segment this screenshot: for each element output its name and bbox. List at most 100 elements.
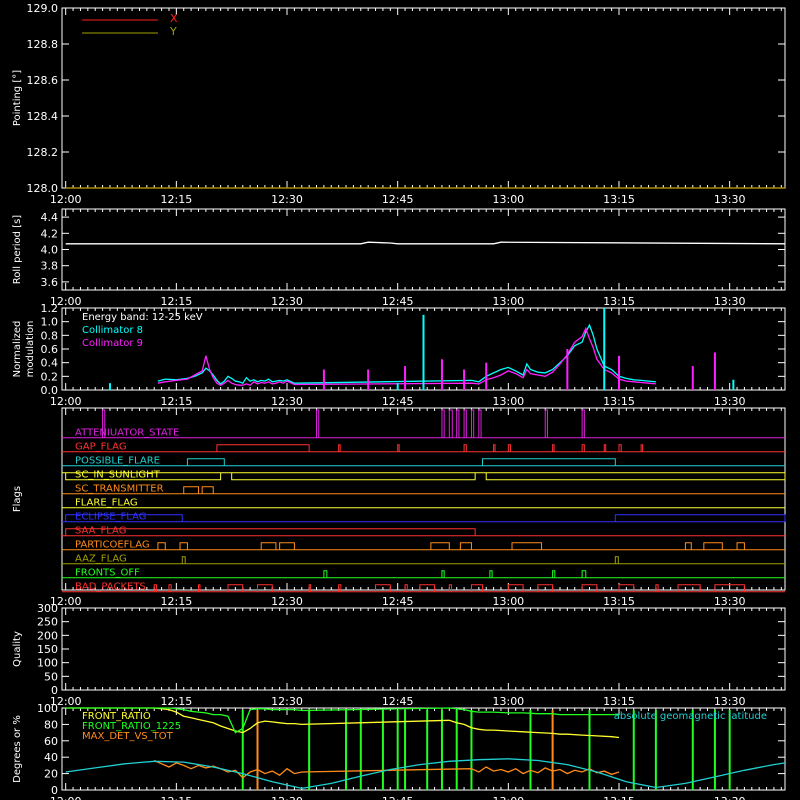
panel-5-xtick-label: 13:15 [603,795,635,800]
flag-0-segment [456,409,460,438]
flag-6-segment [614,514,786,522]
flag-8-segment [736,542,745,550]
legend-x-label: X [170,12,178,25]
flag-0-segment [581,409,585,438]
flag-0-segment [463,409,467,438]
flag-11-segment [197,584,201,592]
flag-8-segment [157,542,166,550]
flag-1-segment [493,444,496,452]
flag-1-segment [640,444,644,452]
panel-2-ylabel: Normalized [12,321,23,378]
panel-4-xtick-label: 13:00 [492,695,524,708]
flag-8-label: PARTICOEFLAG [75,540,150,551]
panel-4-xtick-label: 13:30 [714,695,746,708]
panel-2-ylabel-2: modulation [25,321,36,378]
flag-8-segment [179,542,188,550]
panel-1-series-0 [65,241,786,245]
panel-2-series-1 [157,326,656,386]
flag-11-segment [338,584,342,592]
flag-10-segment [441,570,445,578]
legend-collimator8-label: Collimator 8 [82,325,143,336]
flag-0-segment [478,409,482,438]
panel-2-xtick-label: 13:00 [492,395,524,408]
panel-2-xtick-label: 13:30 [714,395,746,408]
flag-11-segment [308,584,312,592]
flag-11-segment [448,584,453,592]
modulation-energy-band-label: Energy band: 12-25 keV [82,312,203,323]
panel-5-ytick-label: 100 [37,702,58,715]
panel-2-ytick-label: 0.2 [41,370,59,383]
flag-1-segment [463,444,467,452]
flag-3-segment [231,472,476,481]
panel-5-ytick-label: 80 [44,718,58,731]
panel-5-ytick-label: 20 [44,768,58,781]
panel-1-ytick-label: 4.2 [41,227,59,240]
flag-1-segment [216,444,310,452]
panel-2-series-0 [157,323,656,385]
flag-8-segment [279,542,295,550]
panel-0-ytick-label: 128.8 [27,38,59,51]
panel-1-frame [61,208,786,291]
panel-5-ylabel: Degrees or % [12,715,23,783]
flag-8-segment [430,542,450,550]
flag-8-segment [703,542,723,550]
panel-3-xtick-label: 13:00 [492,595,524,608]
flag-0-segment [448,409,453,438]
panel-0-ytick-label: 128.6 [27,74,59,87]
panel-1-ytick-label: 4.4 [41,211,59,224]
panel-4-ytick-label: 0 [51,684,58,697]
panel-2-ytick-label: 0.4 [41,357,59,370]
panel-1-ylabel: Roll period [s] [12,215,23,284]
flag-1-segment [618,444,622,452]
panel-4-ytick-label: 200 [37,629,58,642]
flag-2-label: POSSIBLE_FLARE [75,456,160,467]
flag-1-segment [397,444,400,452]
flag-1-segment [552,444,555,452]
flag-1-segment [581,444,585,452]
panel-1-ytick-label: 3.8 [41,260,59,273]
panel-0-ytick-label: 129.0 [27,2,59,15]
panel-1-xtick-label: 12:30 [271,295,303,308]
panel-0-xtick-label: 12:45 [382,193,414,206]
panel-4-xtick-label: 12:15 [161,695,193,708]
panel-5-ytick-label: 40 [44,751,58,764]
panel-4-frame [61,607,786,691]
flag-4-segment [201,486,214,494]
panel-4-ytick-label: 250 [37,616,58,629]
flag-11-segment [168,584,172,592]
flag-9-segment [614,556,619,564]
flag-11-label: BAD_PACKETS [75,582,146,593]
panel-1-xtick-label: 13:00 [492,295,524,308]
flag-3-segment [485,472,786,481]
flag-4-label: SC_TRANSMITTER [75,484,164,495]
panel-1-xtick-label: 13:30 [714,295,746,308]
panel-3-xtick-label: 12:30 [271,595,303,608]
panel-5-ytick-label: 0 [51,784,58,797]
flag-0-segment [470,409,475,438]
flag-8-segment [684,542,692,550]
flag-7-segment [65,528,476,536]
panel-2-ytick-label: 0.8 [41,329,59,342]
flag-11-segment [153,584,157,592]
panel-3-ylabel: Flags [12,486,23,512]
panel-4-ytick-label: 300 [37,602,58,615]
flag-11-segment [404,584,408,592]
flag-9-label: AAZ_FLAG [75,554,127,565]
flag-1-segment [338,444,341,452]
flag-11-segment [677,584,701,592]
flag-8-segment [459,542,472,550]
panel-1-xtick-label: 12:45 [382,295,414,308]
panel-2-ytick-label: 0.0 [41,384,59,397]
flag-0-segment [544,409,548,438]
flag-6-label: ECLIPSE_FLAG [75,512,146,523]
panel-2-xtick-label: 12:15 [161,395,193,408]
panel-1-xtick-label: 13:15 [603,295,635,308]
panel-0-xtick-label: 13:30 [714,193,746,206]
panel-1-xtick-label: 12:15 [161,295,193,308]
panel-2-xtick-label: 13:15 [603,395,635,408]
panel-3-xtick-label: 13:15 [603,595,635,608]
panel-0-xtick-label: 13:15 [603,193,635,206]
panel-0-xtick-label: 12:15 [161,193,193,206]
flag-8-segment [260,542,277,550]
flag-1-label: GAP_FLAG [75,442,127,453]
